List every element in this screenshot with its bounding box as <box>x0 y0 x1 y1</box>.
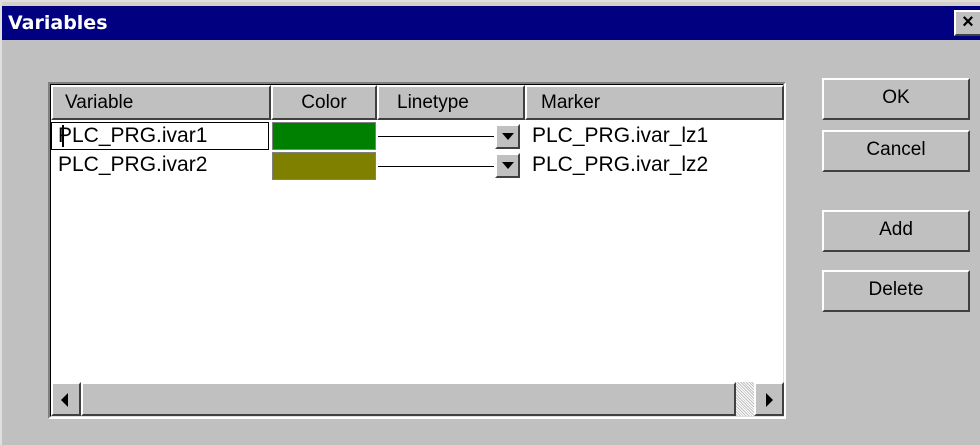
variable-cell[interactable]: PLC_PRG.ivar2 <box>58 152 207 178</box>
horizontal-scrollbar[interactable] <box>51 382 784 416</box>
add-button[interactable]: Add <box>822 210 970 252</box>
delete-button[interactable]: Delete <box>822 270 970 312</box>
variables-list-frame: Variable Color Linetype Marker PLC_PRG.i… <box>50 84 784 417</box>
close-icon: × <box>962 11 974 33</box>
chevron-down-icon <box>502 133 514 140</box>
marker-cell[interactable]: PLC_PRG.ivar_lz1 <box>532 123 708 149</box>
variables-list[interactable]: Variable Color Linetype Marker PLC_PRG.i… <box>48 82 786 419</box>
column-header-variable[interactable]: Variable <box>51 85 271 120</box>
window-title: Variables <box>8 12 108 34</box>
color-swatch[interactable] <box>272 152 376 180</box>
linetype-sample <box>378 166 494 167</box>
scrollbar-thumb[interactable] <box>81 382 736 416</box>
linetype-dropdown-button[interactable] <box>495 153 520 178</box>
column-header-color[interactable]: Color <box>271 85 377 120</box>
close-button[interactable]: × <box>954 10 980 36</box>
ok-button[interactable]: OK <box>822 78 970 120</box>
scroll-left-button[interactable] <box>51 382 81 416</box>
arrow-right-icon <box>766 393 773 407</box>
cancel-button[interactable]: Cancel <box>822 130 970 172</box>
linetype-dropdown-button[interactable] <box>495 124 520 149</box>
title-bar[interactable]: Variables × <box>2 6 980 40</box>
marker-cell[interactable]: PLC_PRG.ivar_lz2 <box>532 152 708 178</box>
color-swatch[interactable] <box>272 122 376 150</box>
arrow-left-icon <box>61 393 68 407</box>
variable-cell[interactable]: PLC_PRG.ivar1 <box>58 123 207 149</box>
scroll-right-button[interactable] <box>754 382 784 416</box>
list-header: Variable Color Linetype Marker <box>51 85 784 120</box>
column-header-linetype[interactable]: Linetype <box>377 85 525 120</box>
column-header-marker[interactable]: Marker <box>525 85 784 120</box>
chevron-down-icon <box>502 162 514 169</box>
linetype-sample <box>378 136 494 137</box>
variables-dialog: Variables × Variable Color Linetype Mark… <box>0 0 980 445</box>
